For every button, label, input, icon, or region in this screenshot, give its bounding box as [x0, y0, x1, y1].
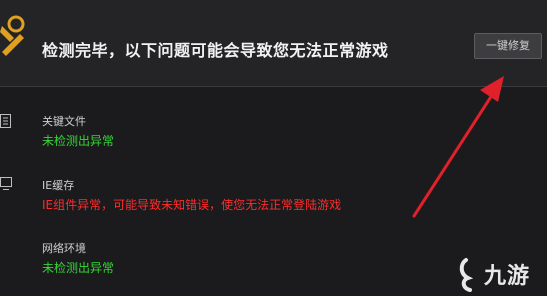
document-icon	[0, 114, 11, 128]
item-title-ie-cache: IE缓存	[42, 179, 75, 192]
item-status-key-files: 未检测出异常	[42, 134, 115, 148]
page-title: 检测完毕，以下问题可能会导致您无法正常游戏	[42, 41, 389, 60]
item-title-network: 网络环境	[42, 242, 86, 255]
one-click-fix-button[interactable]: 一键修复	[474, 33, 542, 59]
item-status-network: 未检测出异常	[42, 261, 115, 275]
monitor-icon	[0, 177, 12, 190]
result-header: 检测完毕，以下问题可能会导致您无法正常游戏 一键修复	[0, 0, 547, 87]
item-status-ie-cache: IE组件异常，可能导致未知错误，使您无法正常登陆游戏	[42, 198, 342, 212]
tools-icon	[0, 15, 25, 56]
item-title-key-files: 关键文件	[42, 115, 86, 128]
watermark-text: 九游	[484, 264, 531, 289]
